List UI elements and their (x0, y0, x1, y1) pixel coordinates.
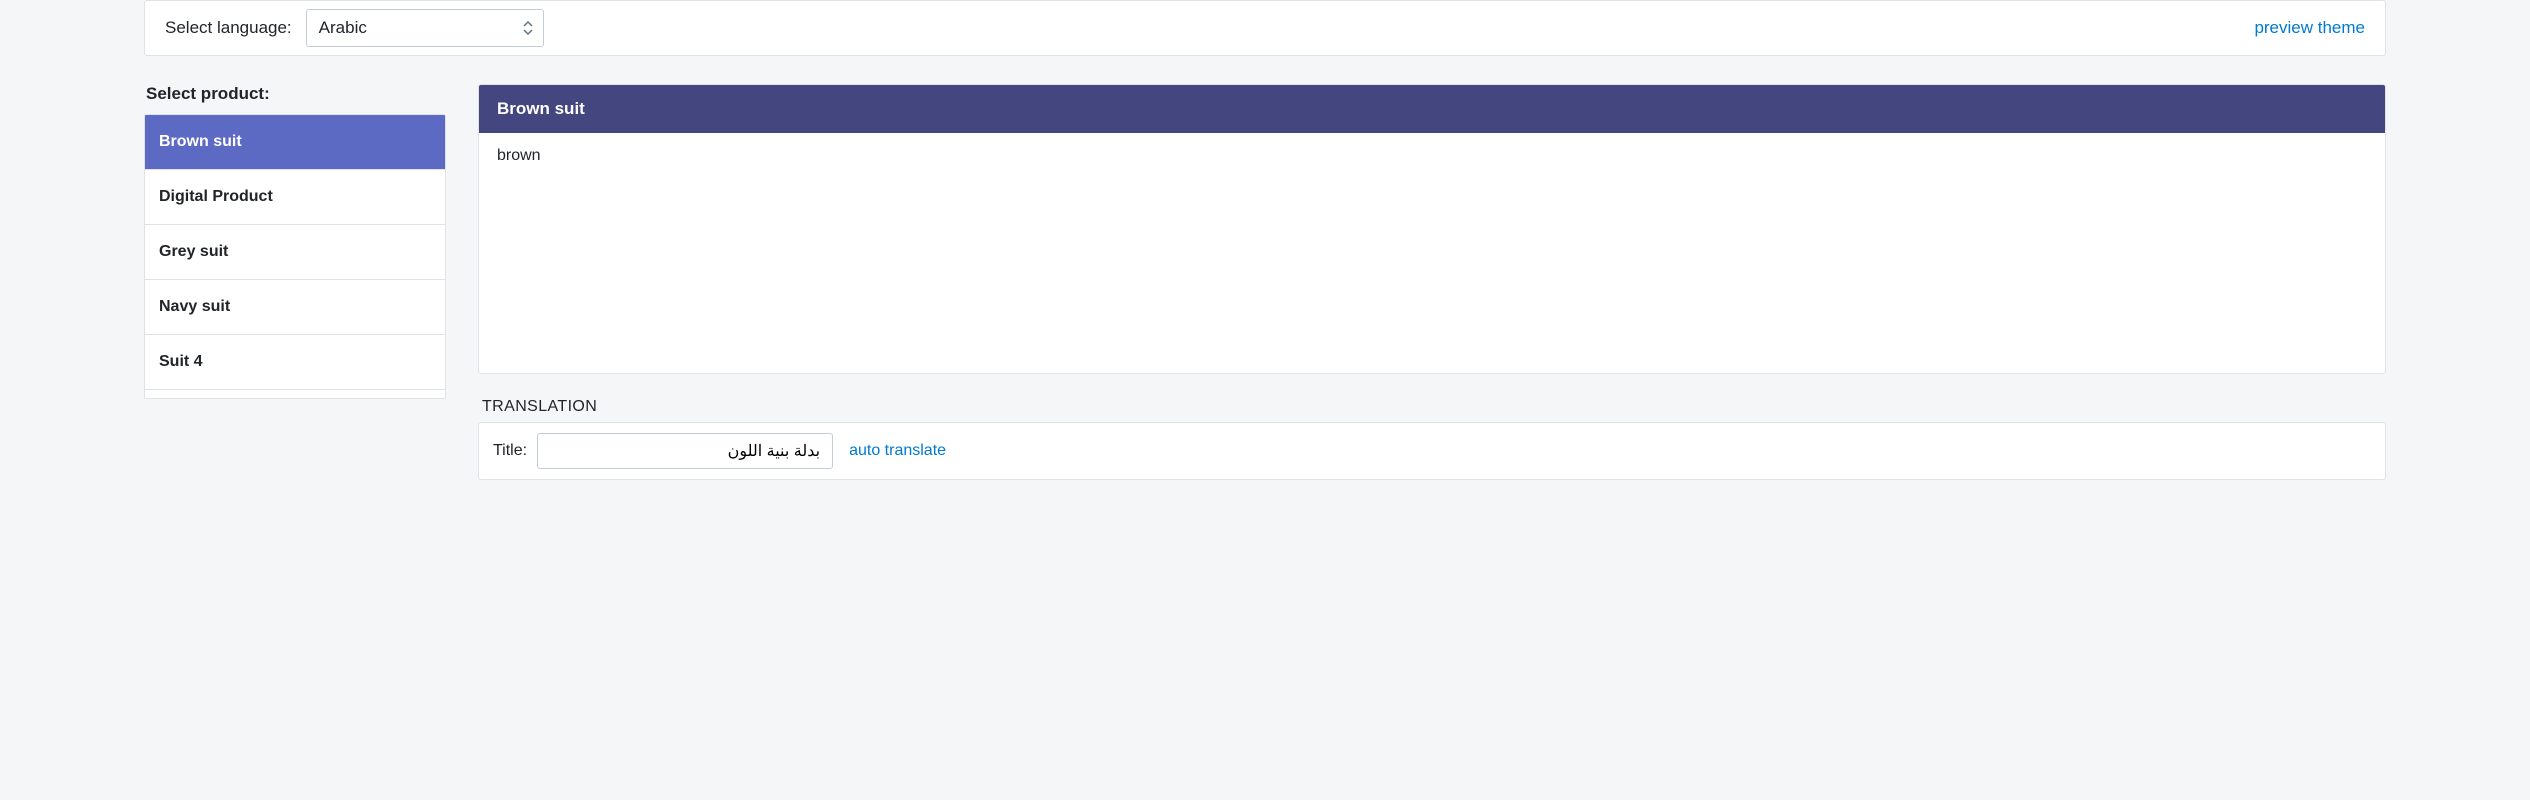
translation-title-label: Title: (493, 442, 527, 460)
header-left: Select language: Arabic (165, 9, 544, 47)
content-area: Brown suit brown TRANSLATION Title: auto… (478, 84, 2386, 480)
product-item-digital-product[interactable]: Digital Product (145, 170, 445, 225)
select-chevrons-icon (523, 21, 533, 35)
product-item-suit-4[interactable]: Suit 4 (145, 335, 445, 390)
select-language-label: Select language: (165, 18, 292, 38)
translation-heading: TRANSLATION (482, 398, 2386, 416)
product-panel: Brown suit brown (478, 84, 2386, 374)
translation-title-input[interactable] (537, 433, 833, 469)
product-panel-title: Brown suit (479, 85, 2385, 133)
auto-translate-link[interactable]: auto translate (849, 442, 946, 460)
product-item-navy-suit[interactable]: Navy suit (145, 280, 445, 335)
product-item-suit-5[interactable]: Suit 5 (145, 390, 445, 398)
translation-row: Title: auto translate (478, 422, 2386, 480)
preview-theme-link[interactable]: preview theme (2254, 18, 2365, 38)
select-product-heading: Select product: (144, 84, 446, 104)
language-select-value: Arabic (319, 18, 367, 37)
language-select[interactable]: Arabic (306, 9, 544, 47)
product-item-brown-suit[interactable]: Brown suit (145, 115, 445, 170)
product-list: Brown suit Digital Product Grey suit Nav… (144, 114, 446, 399)
product-item-grey-suit[interactable]: Grey suit (145, 225, 445, 280)
header-bar: Select language: Arabic preview theme (144, 0, 2386, 56)
product-panel-body: brown (479, 133, 2385, 373)
sidebar: Select product: Brown suit Digital Produ… (144, 84, 446, 399)
